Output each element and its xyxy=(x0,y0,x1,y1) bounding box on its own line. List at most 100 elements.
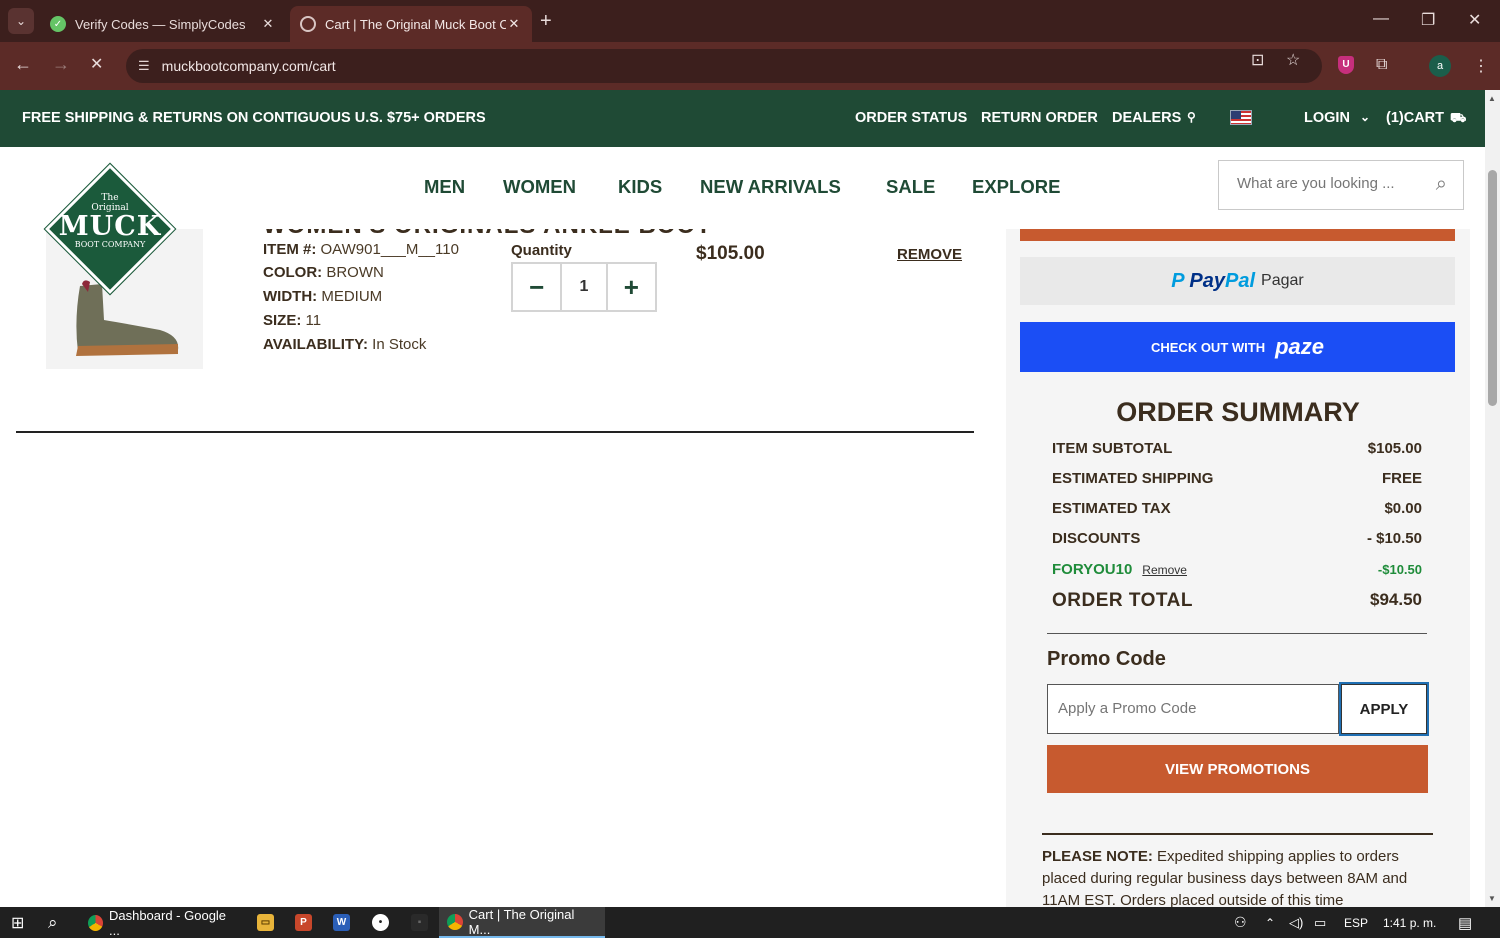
scrollbar-thumb[interactable] xyxy=(1488,170,1497,406)
nav-kids[interactable]: KIDS xyxy=(618,176,662,198)
width-value: MEDIUM xyxy=(321,288,383,305)
restore-button[interactable]: ❐ xyxy=(1421,10,1435,30)
simplycodes-favicon-icon: ✓ xyxy=(50,16,66,32)
back-arrow-icon[interactable]: ← xyxy=(14,54,32,75)
windows-taskbar: ⊞ ⌕ Dashboard - Google ... ▭ P W • ▪ Car… xyxy=(0,907,1500,938)
promo-code-title: Promo Code xyxy=(1047,648,1166,670)
taskbar-app-label: Dashboard - Google ... xyxy=(108,907,227,938)
stop-loading-icon[interactable]: ✕ xyxy=(90,54,103,74)
taskbar-clock[interactable]: 1:41 p. m. xyxy=(1383,907,1436,938)
nav-men[interactable]: MEN xyxy=(424,176,465,198)
nav-sale[interactable]: SALE xyxy=(886,176,935,198)
tab-search-chevron-icon[interactable]: ⌄ xyxy=(8,8,34,34)
order-total-label: ORDER TOTAL xyxy=(1052,590,1193,611)
bookmark-star-icon[interactable]: ☆ xyxy=(1286,50,1300,70)
nav-women[interactable]: WOMEN xyxy=(503,176,576,198)
language-indicator[interactable]: ESP xyxy=(1344,907,1368,938)
paypal-pay: Pay xyxy=(1189,269,1225,292)
new-tab-button[interactable]: + xyxy=(540,10,552,33)
extensions-puzzle-icon[interactable]: ⧉ xyxy=(1376,56,1387,74)
minimize-button[interactable]: — xyxy=(1373,10,1389,28)
notifications-icon[interactable]: ▤ xyxy=(1458,907,1472,938)
taskbar-app-chrome-dashboard[interactable]: Dashboard - Google ... xyxy=(80,907,240,938)
availability-label: AVAILABILITY: xyxy=(263,336,368,353)
promo-code-field[interactable] xyxy=(1047,684,1339,734)
translate-icon[interactable]: ⊡ xyxy=(1251,50,1264,70)
app-pinned-icon[interactable]: ▪ xyxy=(411,914,428,931)
site-settings-icon[interactable]: ☰ xyxy=(138,58,150,74)
quantity-minus-button[interactable]: − xyxy=(513,264,560,310)
quantity-plus-button[interactable]: + xyxy=(608,264,655,310)
file-explorer-icon[interactable]: ▭ xyxy=(257,914,274,931)
view-promotions-button[interactable]: VIEW PROMOTIONS xyxy=(1047,745,1428,793)
color-label: COLOR: xyxy=(263,264,323,281)
nav-new-arrivals[interactable]: NEW ARRIVALS xyxy=(700,176,841,198)
forward-arrow-icon[interactable]: → xyxy=(52,54,70,75)
cart-icon[interactable]: ⛟ xyxy=(1450,110,1466,128)
color-value: BROWN xyxy=(326,264,384,281)
logo-line-the: The xyxy=(101,193,119,203)
media-app-icon[interactable]: • xyxy=(372,914,389,931)
scroll-down-arrow-icon[interactable]: ▼ xyxy=(1488,894,1496,903)
search-icon[interactable]: ⌕ xyxy=(1436,173,1447,196)
tab-close-icon[interactable]: ✕ xyxy=(506,16,522,32)
site-search[interactable]: ⌕ xyxy=(1218,160,1464,210)
remove-promo-link[interactable]: Remove xyxy=(1142,563,1187,577)
login-link[interactable]: LOGIN xyxy=(1304,110,1350,126)
profile-avatar[interactable]: a xyxy=(1429,55,1451,77)
summary-row-discounts: DISCOUNTS - $10.50 xyxy=(1052,530,1422,547)
tab-close-icon[interactable]: ✕ xyxy=(260,16,276,32)
dealers-link[interactable]: DEALERS xyxy=(1112,110,1181,126)
search-input[interactable] xyxy=(1237,175,1417,192)
tray-chevron-up-icon[interactable]: ⌃ xyxy=(1265,907,1275,938)
item-color: COLOR: BROWN xyxy=(263,264,384,281)
chevron-down-icon[interactable]: ⌄ xyxy=(1360,110,1370,124)
logo-line-muck: MUCK xyxy=(58,211,162,242)
windows-start-icon[interactable]: ⊞ xyxy=(11,907,24,938)
taskbar-app-chrome-cart[interactable]: Cart | The Original M... xyxy=(439,907,605,938)
promo-code-input[interactable] xyxy=(1058,700,1328,717)
window-close-button[interactable]: ✕ xyxy=(1468,10,1481,30)
summary-label: ESTIMATED SHIPPING xyxy=(1052,470,1214,487)
tab-simplycodes[interactable]: ✓ Verify Codes — SimplyCodes ✕ xyxy=(40,6,286,42)
order-status-link[interactable]: ORDER STATUS xyxy=(855,110,967,126)
volume-icon[interactable]: ◁) xyxy=(1289,907,1303,938)
remove-item-link[interactable]: REMOVE xyxy=(897,246,962,263)
cart-link[interactable]: (1)CART xyxy=(1386,110,1444,126)
paze-prefix: CHECK OUT WITH xyxy=(1150,339,1266,355)
paze-checkout-button[interactable]: CHECK OUT WITH paze xyxy=(1020,322,1455,372)
browser-menu-icon[interactable]: ⋮ xyxy=(1473,56,1489,76)
nav-explore[interactable]: EXPLORE xyxy=(972,176,1060,198)
return-order-link[interactable]: RETURN ORDER xyxy=(981,110,1098,126)
order-total-row: ORDER TOTAL $94.50 xyxy=(1052,590,1422,612)
browser-toolbar: ← → ✕ ☰ muckbootcompany.com/cart ⊡ ☆ ⧉ ⋮ xyxy=(0,42,1500,90)
availability-value: In Stock xyxy=(372,336,427,353)
paypal-button[interactable]: P PayPal Pagar xyxy=(1020,257,1455,305)
quantity-label: Quantity xyxy=(511,242,572,259)
checkout-button-edge[interactable] xyxy=(1020,229,1455,241)
ublock-extension-icon[interactable]: U xyxy=(1338,56,1354,74)
address-bar[interactable]: ☰ muckbootcompany.com/cart xyxy=(126,49,1322,83)
item-number-value: OAW901___M__110 xyxy=(320,241,459,258)
item-size: SIZE: 11 xyxy=(263,312,321,329)
us-flag-icon[interactable] xyxy=(1230,110,1252,125)
applied-promo-row: FORYOU10 Remove -$10.50 xyxy=(1052,561,1422,578)
chrome-icon xyxy=(447,913,463,930)
word-icon[interactable]: W xyxy=(333,914,350,931)
summary-label: ITEM SUBTOTAL xyxy=(1052,440,1173,457)
item-number-label: ITEM #: xyxy=(263,241,317,258)
people-icon[interactable]: ⚇ xyxy=(1234,907,1247,938)
taskbar-search-icon[interactable]: ⌕ xyxy=(48,907,58,938)
tab-title: Verify Codes — SimplyCodes xyxy=(75,16,246,32)
muck-boot-logo[interactable]: The Original MUCK BOOT COMPANY xyxy=(43,162,177,296)
note-heading: PLEASE NOTE: xyxy=(1042,848,1153,865)
page-scrollbar[interactable]: ▲ ▼ xyxy=(1485,90,1500,907)
scroll-up-arrow-icon[interactable]: ▲ xyxy=(1488,94,1496,103)
width-label: WIDTH: xyxy=(263,288,318,305)
network-icon[interactable]: ▭ xyxy=(1314,907,1326,938)
order-summary-title: ORDER SUMMARY xyxy=(1116,397,1360,427)
tab-muck-cart[interactable]: Cart | The Original Muck Boot Co ✕ xyxy=(290,6,532,42)
powerpoint-icon[interactable]: P xyxy=(295,914,312,931)
quantity-value[interactable]: 1 xyxy=(560,264,608,310)
apply-promo-button[interactable]: APPLY xyxy=(1339,682,1429,736)
